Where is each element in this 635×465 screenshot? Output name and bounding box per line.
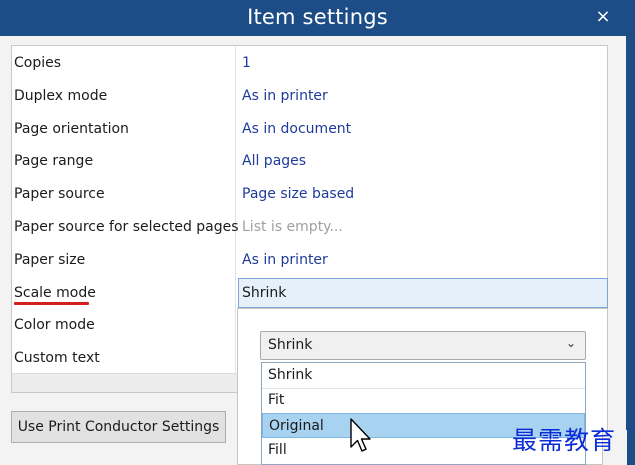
property-row-page-range[interactable]: Page range All pages [12,146,607,179]
annotation-underline [14,302,89,305]
property-value[interactable]: Shrink [242,285,286,301]
property-name: Paper source for selected pages [14,219,239,235]
option-fit[interactable]: Fit [262,388,585,413]
chevron-down-icon[interactable]: ⌄ [566,336,576,350]
property-value[interactable]: Page size based [242,186,354,202]
button-label: Use Print Conductor Settings [17,419,220,435]
use-print-conductor-settings-button[interactable]: Use Print Conductor Settings [11,411,226,443]
property-row-paper-source[interactable]: Paper source Page size based [12,179,607,212]
property-name: Copies [14,55,62,71]
property-value[interactable]: List is empty... [242,219,343,235]
property-value[interactable]: All pages [242,153,306,169]
property-name: Scale mode [14,285,96,301]
property-name: Duplex mode [14,88,108,104]
mouse-pointer-icon [350,418,371,452]
property-name: Page range [14,153,94,169]
combobox-selected-text: Shrink [268,337,313,353]
property-value[interactable]: 1 [242,55,251,71]
property-name: Paper source [14,186,105,202]
property-row-copies[interactable]: Copies 1 [12,48,607,81]
selected-value-box[interactable] [238,278,608,308]
property-row-paper-source-selected-pages[interactable]: Paper source for selected pages List is … [12,212,607,245]
property-value[interactable]: As in printer [242,88,328,104]
property-value[interactable]: As in printer [242,252,328,268]
window-title: Item settings [247,5,388,29]
property-name: Page orientation [14,121,129,137]
option-label: Fill [268,442,287,458]
option-shrink[interactable]: Shrink [262,363,585,388]
property-row-scale-mode[interactable]: Scale mode Shrink [12,278,608,311]
option-label: Shrink [268,367,313,383]
watermark-text: 最需教育 [512,426,617,455]
title-bar: Item settings × [0,0,635,36]
property-name: Color mode [14,317,95,333]
scale-mode-combobox[interactable]: Shrink ⌄ [260,331,586,360]
property-row-duplex-mode[interactable]: Duplex mode As in printer [12,81,607,114]
property-name: Custom text [14,350,100,366]
close-icon[interactable]: × [593,7,613,27]
option-label: Original [269,418,324,434]
property-row-paper-size[interactable]: Paper size As in printer [12,245,607,278]
property-name: Paper size [14,252,86,268]
option-label: Fit [268,392,285,408]
window-border [626,36,635,465]
property-value[interactable]: As in document [242,121,351,137]
property-row-page-orientation[interactable]: Page orientation As in document [12,114,607,147]
